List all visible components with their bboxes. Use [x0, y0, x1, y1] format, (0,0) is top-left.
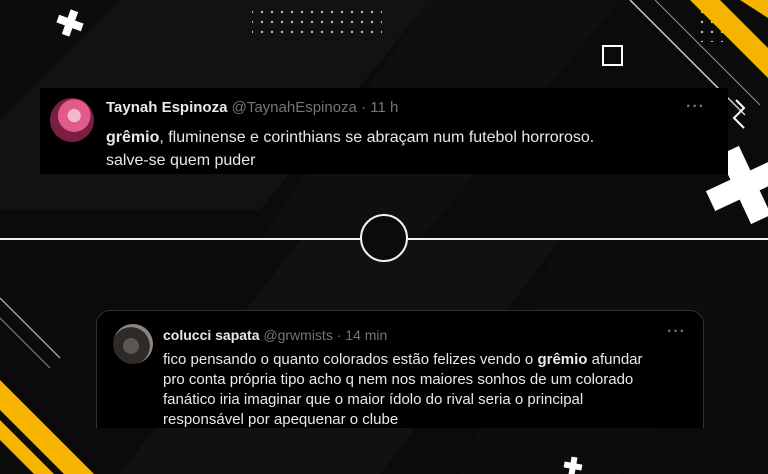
timestamp[interactable]: 14 min	[345, 327, 387, 343]
tweet-text-line1-start: fico pensando o quanto colorados estão f…	[163, 351, 538, 368]
separator: ·	[336, 327, 342, 343]
tweet-text-line1: , fluminense e corinthians se abraçam nu…	[159, 129, 595, 146]
tweet-text: fico pensando o quanto colorados estão f…	[163, 350, 683, 430]
avatar[interactable]	[113, 324, 153, 364]
tweet-text-line4: responsável por apequenar o clube	[163, 411, 399, 428]
tweet-text: grêmio, fluminense e corinthians se abra…	[106, 126, 716, 172]
tweet-text-line2: pro conta própria tipo acho q nem nos ma…	[163, 371, 634, 388]
tweet-text-line3: fanático iria imaginar que o maior ídolo…	[163, 391, 584, 408]
tweet-text-line2: salve-se quem puder	[106, 152, 256, 169]
tweet-text-line1-end: afundar	[587, 351, 643, 368]
tweet-header: Taynah Espinoza @TaynahEspinoza · 11 h	[106, 99, 398, 116]
tweet-card[interactable]: Taynah Espinoza @TaynahEspinoza · 11 h ·…	[40, 88, 728, 174]
more-options-icon[interactable]: ···	[686, 98, 705, 116]
separator: ·	[361, 99, 367, 116]
display-name[interactable]: colucci sapata	[163, 327, 260, 343]
tweet-card[interactable]: colucci sapata @grwmists · 14 min ··· fi…	[96, 310, 704, 428]
user-handle[interactable]: @TaynahEspinoza	[232, 99, 357, 116]
field-center-circle	[360, 214, 408, 262]
more-options-icon[interactable]: ···	[667, 323, 686, 341]
yellow-stripe-bottom	[0, 380, 94, 474]
tweet-header: colucci sapata @grwmists · 14 min	[163, 327, 387, 343]
dot-grid	[252, 8, 382, 36]
user-handle[interactable]: @grwmists	[263, 327, 332, 343]
plus-icon-top-left	[56, 9, 84, 37]
square-outline-icon	[602, 45, 623, 66]
highlight-word: grêmio	[537, 351, 588, 368]
display-name[interactable]: Taynah Espinoza	[106, 99, 227, 116]
avatar[interactable]	[50, 98, 94, 142]
timestamp[interactable]: 11 h	[370, 99, 398, 116]
highlight-word: grêmio	[106, 129, 160, 146]
